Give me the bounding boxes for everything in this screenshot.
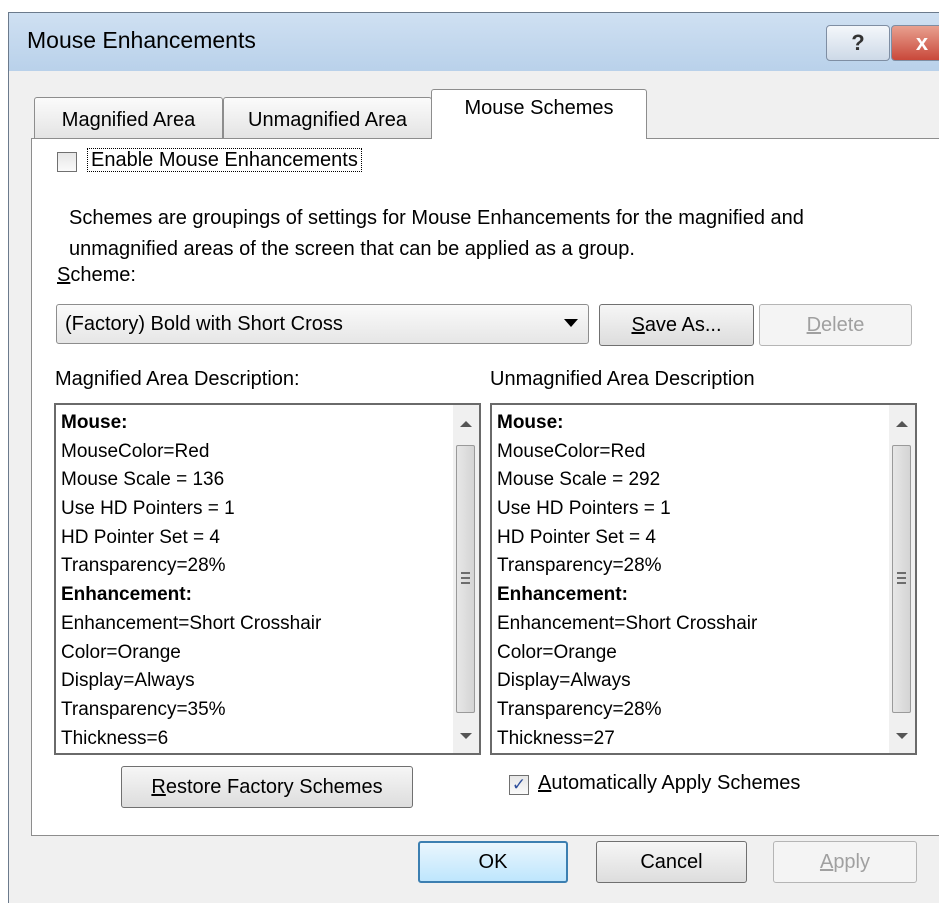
scheme-selected-value: (Factory) Bold with Short Cross	[65, 313, 343, 335]
scroll-down-icon[interactable]	[896, 733, 908, 739]
unmagnified-scrollbar[interactable]	[889, 405, 915, 753]
magnified-description-listbox[interactable]: Mouse: MouseColor=Red Mouse Scale = 136 …	[54, 403, 481, 755]
mouse-enhancements-dialog: Mouse Enhancements ? x Magnified Area Un…	[8, 12, 939, 903]
restore-key: R	[151, 775, 166, 798]
list-item: Mouse Scale = 136	[61, 469, 225, 491]
close-icon: x	[915, 30, 929, 55]
cancel-button[interactable]: Cancel	[596, 841, 747, 883]
list-item: Display=Always	[61, 670, 195, 692]
magnified-scrollbar[interactable]	[453, 405, 479, 753]
delete-button[interactable]: Delete	[759, 304, 912, 346]
apply-key: A	[819, 850, 834, 873]
save-as-key: S	[631, 313, 645, 336]
save-as-button[interactable]: Save As...	[599, 304, 754, 346]
apply-rest: pply	[833, 850, 871, 873]
enable-mouse-enhancements-label[interactable]: Enable Mouse Enhancements	[87, 148, 362, 172]
list-item: Transparency=28%	[61, 555, 226, 577]
list-item: Transparency=28%	[497, 555, 662, 577]
list-item: Thickness=6	[61, 727, 169, 749]
scroll-up-icon[interactable]	[460, 421, 472, 427]
scheme-label: Scheme:	[57, 264, 136, 287]
list-item: MouseColor=Red	[61, 440, 210, 462]
list-item: Enhancement=Short Crosshair	[61, 612, 322, 634]
help-icon: ?	[851, 30, 865, 55]
unmagnified-description-listbox[interactable]: Mouse: MouseColor=Red Mouse Scale = 292 …	[490, 403, 917, 755]
unmagnified-area-description-heading: Unmagnified Area Description	[490, 368, 755, 390]
auto-apply-key: A	[538, 772, 552, 794]
delete-rest: elete	[821, 313, 865, 336]
save-as-rest: ave As...	[644, 313, 722, 336]
list-item: Enhancement=Short Crosshair	[497, 612, 758, 634]
scheme-label-rest: cheme:	[70, 264, 136, 286]
automatically-apply-schemes-label[interactable]: Automatically Apply Schemes	[538, 772, 800, 795]
enable-mouse-enhancements-checkbox[interactable]	[57, 152, 77, 172]
close-button[interactable]: x	[891, 25, 939, 61]
dropdown-arrow-icon	[564, 319, 578, 327]
tab-mouse-schemes[interactable]: Mouse Schemes	[431, 89, 647, 139]
scroll-grip-icon	[897, 572, 906, 584]
list-item: MouseColor=Red	[497, 440, 646, 462]
cancel-label: Cancel	[640, 850, 703, 873]
list-item: Transparency=35%	[61, 698, 226, 720]
enable-label-text: Enable Mouse Enhancements	[87, 148, 362, 172]
unmagnified-description-lines: Mouse: MouseColor=Red Mouse Scale = 292 …	[497, 409, 757, 753]
title-bar: Mouse Enhancements ? x	[9, 13, 939, 71]
list-item: Use HD Pointers = 1	[497, 498, 671, 520]
list-item: Display=Always	[497, 670, 631, 692]
window-title: Mouse Enhancements	[27, 27, 256, 53]
list-item: HD Pointer Set = 4	[61, 526, 220, 548]
tab-magnified-area[interactable]: Magnified Area	[34, 97, 223, 139]
scroll-thumb[interactable]	[892, 445, 911, 713]
apply-button[interactable]: Apply	[773, 841, 917, 883]
delete-key: D	[806, 313, 822, 336]
scroll-thumb[interactable]	[456, 445, 475, 713]
tab-label: Magnified Area	[61, 109, 196, 131]
list-item: Color=Orange	[497, 641, 617, 663]
auto-apply-rest: utomatically Apply Schemes	[551, 772, 801, 794]
scheme-dropdown[interactable]: (Factory) Bold with Short Cross	[56, 304, 589, 344]
restore-rest: estore Factory Schemes	[165, 775, 383, 798]
list-item: Transparency=28%	[497, 698, 662, 720]
schemes-description: Schemes are groupings of settings for Mo…	[69, 207, 804, 260]
checkmark-icon: ✓	[511, 775, 527, 794]
scroll-down-icon[interactable]	[460, 733, 472, 739]
list-item: Mouse:	[61, 412, 128, 433]
list-item: Color=Orange	[61, 641, 181, 663]
tab-label: Unmagnified Area	[248, 109, 407, 131]
scroll-up-icon[interactable]	[896, 421, 908, 427]
list-item: Enhancement:	[61, 584, 192, 606]
ok-label: OK	[478, 850, 508, 873]
tab-unmagnified-area[interactable]: Unmagnified Area	[223, 97, 432, 139]
scroll-grip-icon	[461, 572, 470, 584]
magnified-area-description-heading: Magnified Area Description:	[55, 368, 300, 390]
list-item: HD Pointer Set = 4	[497, 526, 656, 548]
help-button[interactable]: ?	[826, 25, 890, 61]
list-item: Enhancement:	[497, 584, 628, 606]
ok-button[interactable]: OK	[418, 841, 568, 883]
tab-label: Mouse Schemes	[464, 97, 614, 119]
magnified-description-lines: Mouse: MouseColor=Red Mouse Scale = 136 …	[61, 409, 321, 753]
restore-factory-schemes-button[interactable]: Restore Factory Schemes	[121, 766, 413, 808]
list-item: Mouse Scale = 292	[497, 469, 661, 491]
list-item: Thickness=27	[497, 727, 615, 749]
list-item: Mouse:	[497, 412, 564, 433]
scheme-label-key: S	[57, 264, 71, 286]
automatically-apply-schemes-checkbox[interactable]: ✓	[509, 775, 529, 795]
list-item: Use HD Pointers = 1	[61, 498, 235, 520]
